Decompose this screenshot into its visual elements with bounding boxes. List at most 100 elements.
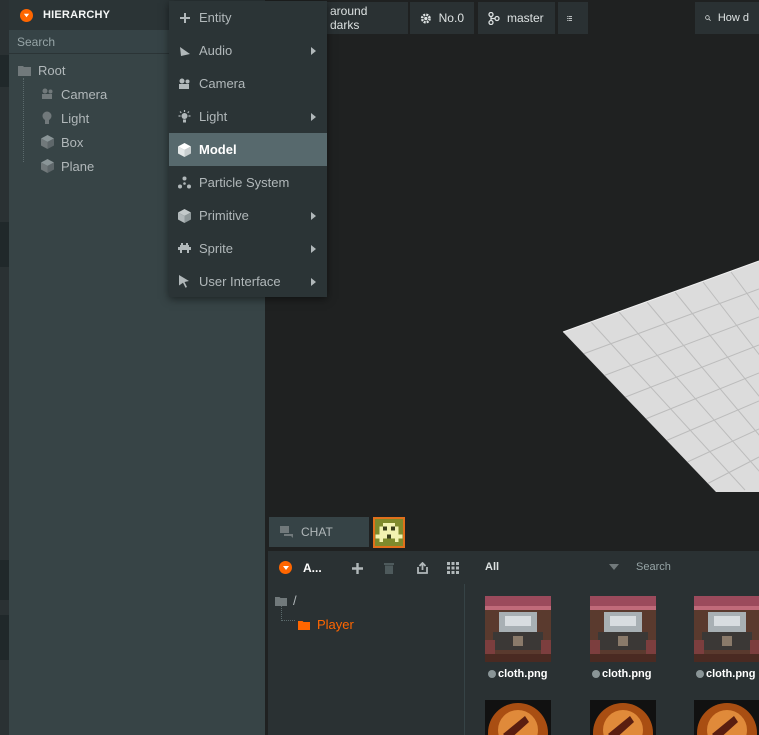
left-edge-strip	[0, 0, 9, 735]
cube-icon	[178, 142, 191, 157]
menu-item-audio[interactable]: Audio	[169, 34, 327, 67]
status-dot-icon	[696, 670, 704, 678]
add-asset-icon[interactable]	[350, 561, 364, 575]
asset-grid: cloth.png cloth.png cloth.png	[466, 584, 759, 735]
audio-icon	[178, 44, 191, 57]
delete-icon[interactable]	[382, 561, 396, 575]
menu-item-user-interface[interactable]: User Interface	[169, 265, 327, 298]
light-bulb-icon	[178, 110, 191, 123]
help-search-input[interactable]: How d	[695, 2, 759, 34]
asset-thumbnail[interactable]	[694, 700, 759, 735]
submenu-arrow-icon	[311, 113, 316, 121]
menu-item-label: Light	[199, 109, 228, 124]
menu-item-label: User Interface	[199, 274, 281, 289]
asset-label[interactable]: cloth.png	[488, 668, 548, 680]
menu-item-camera[interactable]: Camera	[169, 67, 327, 100]
asset-search-input[interactable]: Search	[636, 561, 671, 573]
submenu-arrow-icon	[311, 47, 316, 55]
tree-item-label: Plane	[61, 158, 95, 174]
asset-name: cloth.png	[602, 668, 652, 680]
asset-thumbnail[interactable]	[694, 596, 759, 662]
menu-item-label: Particle System	[199, 175, 290, 190]
edge-segment	[0, 222, 9, 267]
menu-item-model[interactable]: Model	[169, 133, 327, 166]
submenu-arrow-icon	[311, 245, 316, 253]
top-toolbar: around darks No.0 master How d	[265, 0, 759, 34]
chat-icon	[280, 526, 293, 538]
folder-player[interactable]: Player	[298, 617, 354, 632]
menu-item-entity[interactable]: Entity	[169, 1, 327, 34]
branch-icon	[488, 11, 500, 25]
asset-thumbnail[interactable]	[485, 596, 551, 662]
scene-viewport[interactable]	[265, 34, 759, 551]
menu-item-label: Model	[199, 142, 237, 157]
menu-item-primitive[interactable]: Primitive	[169, 199, 327, 232]
folder-icon	[298, 620, 310, 630]
menu-item-label: Primitive	[199, 208, 249, 223]
sprite-icon	[178, 242, 191, 255]
edge-segment	[0, 55, 9, 87]
particle-icon	[178, 176, 191, 189]
folder-label: Player	[317, 617, 354, 632]
chat-tab[interactable]: CHAT	[269, 517, 369, 547]
user-avatar[interactable]	[373, 517, 405, 548]
asset-thumbnail[interactable]	[590, 700, 656, 735]
cube-icon	[40, 135, 54, 149]
add-entity-context-menu: Entity Audio Camera Light Model Particle…	[169, 1, 327, 297]
status-dot-icon	[488, 670, 496, 678]
asset-thumbnail[interactable]	[590, 596, 656, 662]
menu-item-label: Sprite	[199, 241, 233, 256]
list-icon	[567, 15, 572, 21]
branch-label: master	[507, 11, 544, 25]
asset-filter-select[interactable]: All	[485, 561, 499, 573]
grid-view-icon[interactable]	[446, 561, 460, 575]
assets-title: A...	[303, 561, 322, 575]
asset-label[interactable]: cloth.png	[696, 668, 756, 680]
cube-icon	[40, 159, 54, 173]
assets-panel: A... All Search / Player cloth.png cloth…	[268, 551, 759, 735]
menu-item-light[interactable]: Light	[169, 100, 327, 133]
collapse-caret-icon[interactable]	[20, 8, 33, 22]
tree-item-label: Light	[61, 110, 90, 126]
tree-connector-line	[23, 78, 24, 162]
asset-label[interactable]: cloth.png	[592, 668, 652, 680]
asset-name: cloth.png	[706, 668, 756, 680]
chevron-down-icon[interactable]	[609, 564, 619, 570]
settings-label: No.0	[438, 11, 464, 25]
folder-label: /	[293, 593, 297, 608]
ground-plane	[562, 260, 759, 492]
camera-icon	[178, 77, 191, 90]
menu-item-particle-system[interactable]: Particle System	[169, 166, 327, 199]
help-search-label: How d	[717, 12, 749, 24]
collapse-caret-icon[interactable]	[279, 561, 292, 574]
project-button[interactable]: around darks	[320, 2, 408, 34]
tree-item-label: Box	[61, 134, 84, 150]
submenu-arrow-icon	[311, 278, 316, 286]
assets-toolbar: A... All Search	[268, 551, 759, 584]
camera-icon	[40, 87, 54, 101]
folder-icon	[275, 596, 287, 606]
asset-name: cloth.png	[498, 668, 548, 680]
folder-icon	[17, 63, 31, 77]
project-label: around darks	[330, 4, 368, 32]
list-menu-button[interactable]	[558, 2, 588, 34]
edge-segment	[0, 615, 9, 660]
menu-item-sprite[interactable]: Sprite	[169, 232, 327, 265]
chat-label: CHAT	[301, 525, 333, 539]
hierarchy-title: HIERARCHY	[43, 9, 111, 21]
edge-segment	[0, 560, 9, 600]
light-bulb-icon	[40, 111, 54, 125]
tree-item-label: Camera	[61, 86, 108, 102]
folder-root[interactable]: /	[275, 593, 297, 608]
branch-button[interactable]: master	[478, 2, 555, 34]
status-dot-icon	[592, 670, 600, 678]
submenu-arrow-icon	[311, 212, 316, 220]
upload-icon[interactable]	[415, 561, 429, 575]
avatar-pixel-icon	[375, 522, 403, 543]
menu-item-label: Audio	[199, 43, 233, 58]
gear-icon	[420, 13, 431, 23]
search-icon	[705, 15, 711, 21]
settings-button[interactable]: No.0	[410, 2, 474, 34]
asset-thumbnail[interactable]	[485, 700, 551, 735]
tree-item-label: Root	[38, 62, 66, 78]
